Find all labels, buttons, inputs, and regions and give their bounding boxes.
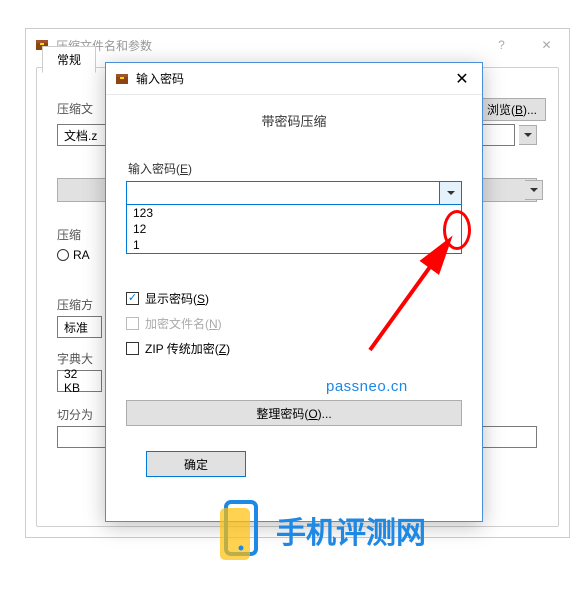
dict-input-row: 32 KB [57,370,102,392]
method-label-row: 压缩方 [57,296,93,313]
format-rar-row: RA [57,248,90,262]
method-select[interactable]: 标准 [57,316,102,338]
main-titlebar: 压缩文件名和参数 ? ✕ [26,29,569,61]
close-button-main[interactable]: ✕ [524,30,569,60]
pwd-dropdown-button[interactable] [439,182,461,204]
encrypt-names-label: 加密文件名(N) [145,315,222,332]
format-row: 压缩 [57,226,81,243]
pwd-header: 带密码压缩 [126,111,462,130]
ok-button[interactable]: 确定 [146,451,246,477]
organize-passwords-button[interactable]: 整理密码(O)... [126,400,462,426]
dict-label-row: 字典大 [57,350,93,367]
brand-logo: 手机评测网 [220,500,426,560]
encrypt-names-checkbox [126,317,139,330]
archive-name-label: 压缩文 [57,100,93,117]
format-label: 压缩 [57,226,81,243]
method-label: 压缩方 [57,296,93,313]
method-input-row: 标准 [57,316,102,338]
browse-button[interactable]: 浏览(B)... [478,98,546,121]
zip-legacy-row: ZIP 传统加密(Z) [126,340,462,357]
encrypt-names-row: 加密文件名(N) [126,315,462,332]
archive-name-dropdown[interactable] [519,125,537,145]
pwd-dropdown-list: 123 12 1 [126,205,462,254]
pwd-combo [126,181,462,205]
chevron-down-icon [530,188,538,192]
pwd-body: 带密码压缩 输入密码(E) 123 12 1 显示密码(S) 加密文件名(N) … [106,95,482,521]
dropdown-item[interactable]: 123 [127,205,461,221]
winrar-icon [114,71,130,87]
split-label: 切分为 [57,406,93,423]
radio-rar[interactable] [57,249,69,261]
split-label-row: 切分为 [57,406,93,423]
zip-legacy-checkbox[interactable] [126,342,139,355]
radio-rar-label: RA [73,248,90,262]
chevron-down-icon [447,191,455,195]
pwd-titlebar: 输入密码 ✕ [106,63,482,95]
show-password-checkbox[interactable] [126,292,139,305]
zip-legacy-label: ZIP 传统加密(Z) [145,340,230,357]
main-title: 压缩文件名和参数 [56,37,479,54]
brand-text: 手机评测网 [276,508,426,552]
dict-select[interactable]: 32 KB [57,370,102,392]
help-button[interactable]: ? [479,30,524,60]
show-password-label: 显示密码(S) [145,290,209,307]
profile-dropdown[interactable] [525,180,543,200]
pwd-title: 输入密码 [136,70,442,87]
phone-icon [220,500,268,560]
pwd-input-label: 输入密码(E) [128,160,462,177]
dict-label: 字典大 [57,350,93,367]
annotation-circle [443,210,471,250]
close-button-pwd[interactable]: ✕ [442,64,482,94]
chevron-down-icon [524,133,532,137]
password-dialog: 输入密码 ✕ 带密码压缩 输入密码(E) 123 12 1 显示密码(S) 加密… [105,62,483,522]
tab-general[interactable]: 常规 [42,46,96,73]
archive-name-row: 压缩文 [57,100,93,117]
dropdown-item[interactable]: 1 [127,237,461,253]
show-password-row: 显示密码(S) [126,290,462,307]
dropdown-item[interactable]: 12 [127,221,461,237]
pwd-input[interactable] [127,182,439,204]
watermark-text: passneo.cn [326,378,408,395]
